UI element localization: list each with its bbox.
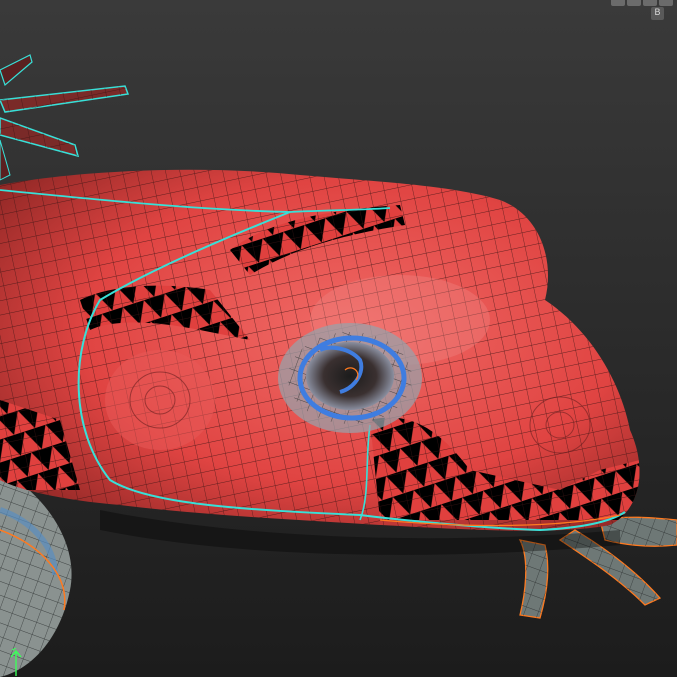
viewport-corner-button[interactable]: [643, 0, 657, 6]
axis-gizmo-icon: [10, 648, 22, 676]
viewport-canvas[interactable]: [0, 0, 677, 677]
eye-mesh: [278, 323, 422, 433]
viewport-corner-buttons: [611, 0, 673, 6]
viewport-corner-button[interactable]: [659, 0, 673, 6]
viewport-corner-button[interactable]: [611, 0, 625, 6]
3d-viewport[interactable]: B: [0, 0, 677, 677]
shortcut-badge[interactable]: B: [651, 7, 664, 20]
viewport-corner-button[interactable]: [627, 0, 641, 6]
